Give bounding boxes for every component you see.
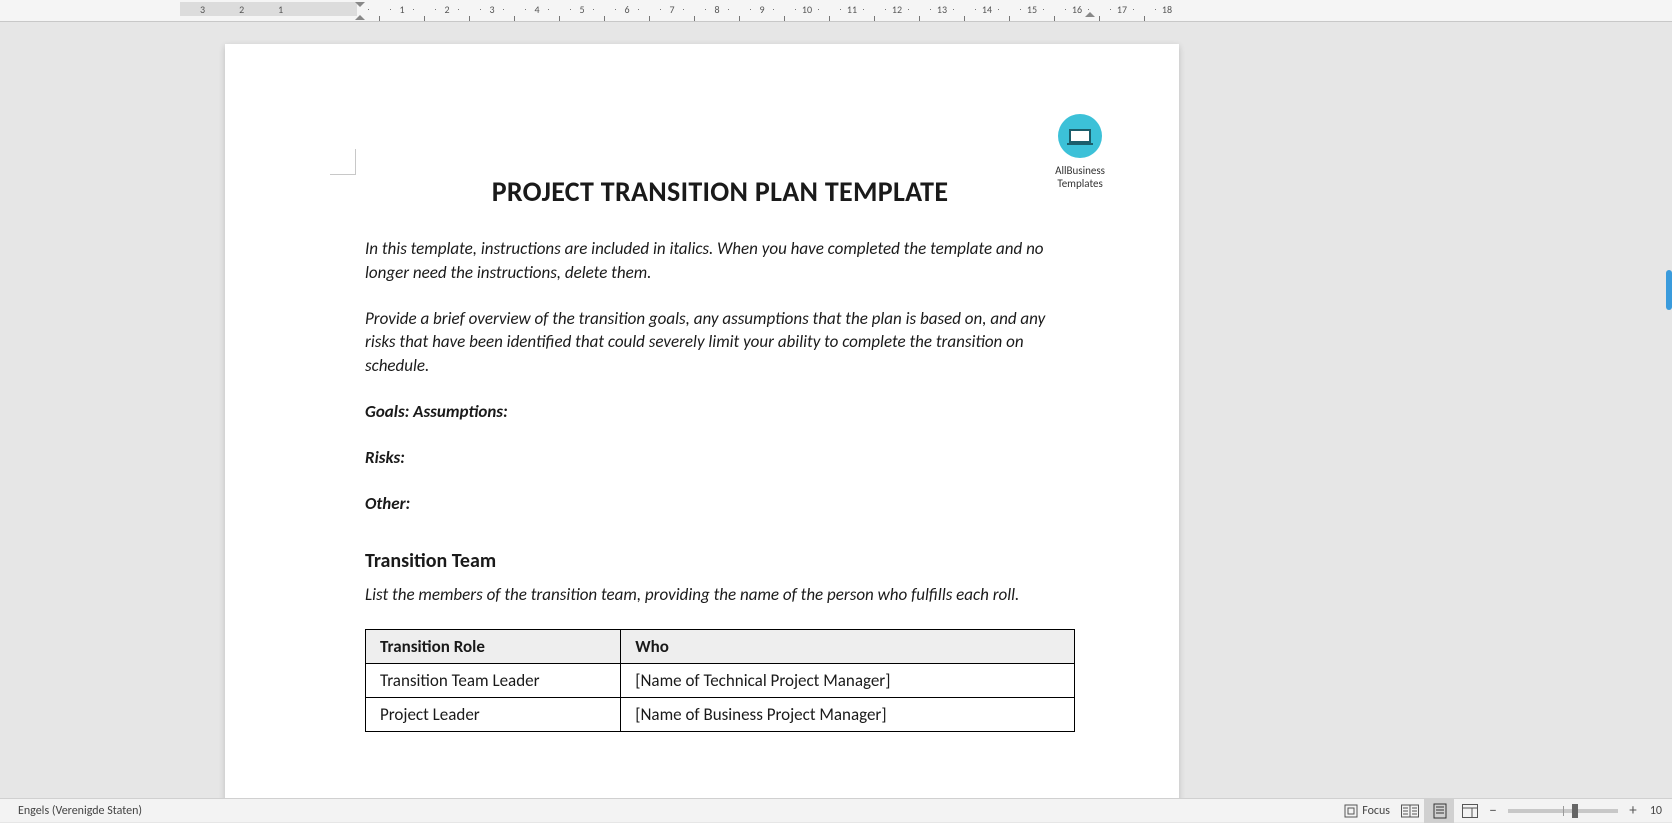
goals-assumptions-label[interactable]: Goals: Assumptions: xyxy=(365,400,1075,424)
document-title[interactable]: PROJECT TRANSITION PLAN TEMPLATE xyxy=(365,174,1075,209)
ruler-tick: 16 xyxy=(1072,3,1082,16)
ruler-tick: 8 xyxy=(714,3,719,16)
transition-team-table[interactable]: Transition Role Who Transition Team Lead… xyxy=(365,629,1075,732)
ruler-tick: 17 xyxy=(1117,3,1127,16)
ruler-positive-ticks: 1 2 3 4 5 6 7 8 9 10 11 12 13 14 15 16 1… xyxy=(357,0,1212,18)
ruler-tick: 13 xyxy=(937,3,947,16)
table-cell-role[interactable]: Transition Team Leader xyxy=(366,664,621,698)
table-cell-who[interactable]: [Name of Business Project Manager] xyxy=(621,698,1075,732)
ruler-tick: 12 xyxy=(892,3,902,16)
web-layout-button[interactable] xyxy=(1454,799,1484,823)
other-label[interactable]: Other: xyxy=(365,492,1075,516)
zoom-out-button[interactable]: − xyxy=(1484,802,1502,820)
read-mode-icon xyxy=(1401,804,1419,818)
table-cell-who[interactable]: [Name of Technical Project Manager] xyxy=(621,664,1075,698)
table-header-row[interactable]: Transition Role Who xyxy=(366,630,1075,664)
intro-paragraph-2[interactable]: Provide a brief overview of the transiti… xyxy=(365,307,1075,378)
table-header-role[interactable]: Transition Role xyxy=(366,630,621,664)
zoom-slider-thumb[interactable] xyxy=(1572,804,1578,818)
zoom-in-button[interactable]: + xyxy=(1624,802,1642,820)
ruler-tick: 1 xyxy=(399,3,404,16)
print-layout-button[interactable] xyxy=(1424,799,1454,823)
ruler-negative-ticks: 3 2 1 xyxy=(200,0,283,18)
ruler-tick: 10 xyxy=(802,3,812,16)
table-row[interactable]: Project Leader [Name of Business Project… xyxy=(366,698,1075,732)
zoom-percent[interactable]: 10 xyxy=(1642,804,1666,818)
margin-corner-mark xyxy=(330,149,356,175)
ruler-tick: 11 xyxy=(847,3,857,16)
transition-team-intro[interactable]: List the members of the transition team,… xyxy=(365,583,1075,607)
document-page[interactable]: AllBusiness Templates PROJECT TRANSITION… xyxy=(225,44,1179,798)
zoom-slider[interactable] xyxy=(1508,809,1618,813)
vertical-scrollbar-thumb[interactable] xyxy=(1666,270,1672,310)
horizontal-ruler[interactable]: 3 2 1 1 2 3 4 5 6 7 8 9 10 11 12 13 14 1… xyxy=(0,0,1672,22)
ruler-tick: 4 xyxy=(534,3,539,16)
risks-label[interactable]: Risks: xyxy=(365,446,1075,470)
focus-icon xyxy=(1344,804,1358,818)
ruler-tick: 5 xyxy=(579,3,584,16)
table-row[interactable]: Transition Team Leader [Name of Technica… xyxy=(366,664,1075,698)
ruler-tick: 9 xyxy=(759,3,764,16)
language-status[interactable]: Engels (Verenigde Staten) xyxy=(18,804,142,818)
focus-label: Focus xyxy=(1362,804,1390,818)
focus-mode-button[interactable]: Focus xyxy=(1339,799,1394,823)
ruler-tick: 2 xyxy=(444,3,449,16)
document-body[interactable]: PROJECT TRANSITION PLAN TEMPLATE In this… xyxy=(365,174,1075,732)
logo-icon xyxy=(1058,114,1102,158)
ruler-tick: 3 xyxy=(200,3,205,16)
ruler-tick: 14 xyxy=(982,3,992,16)
document-canvas[interactable]: AllBusiness Templates PROJECT TRANSITION… xyxy=(0,22,1672,798)
read-mode-button[interactable] xyxy=(1394,799,1424,823)
laptop-icon xyxy=(1069,129,1091,143)
transition-team-heading[interactable]: Transition Team xyxy=(365,549,1075,573)
ruler-tick: 18 xyxy=(1162,3,1172,16)
ruler-tick: 1 xyxy=(278,3,283,16)
table-cell-role[interactable]: Project Leader xyxy=(366,698,621,732)
ruler-tick: 2 xyxy=(239,3,244,16)
ruler-tick: 15 xyxy=(1027,3,1037,16)
intro-paragraph-1[interactable]: In this template, instructions are inclu… xyxy=(365,237,1075,285)
ruler-tick: 6 xyxy=(624,3,629,16)
ruler-tick: 3 xyxy=(489,3,494,16)
web-layout-icon xyxy=(1462,804,1478,818)
status-bar: Engels (Verenigde Staten) Focus − + 10 xyxy=(0,798,1672,822)
table-header-who[interactable]: Who xyxy=(621,630,1075,664)
print-layout-icon xyxy=(1433,803,1447,819)
ruler-tick: 7 xyxy=(669,3,674,16)
